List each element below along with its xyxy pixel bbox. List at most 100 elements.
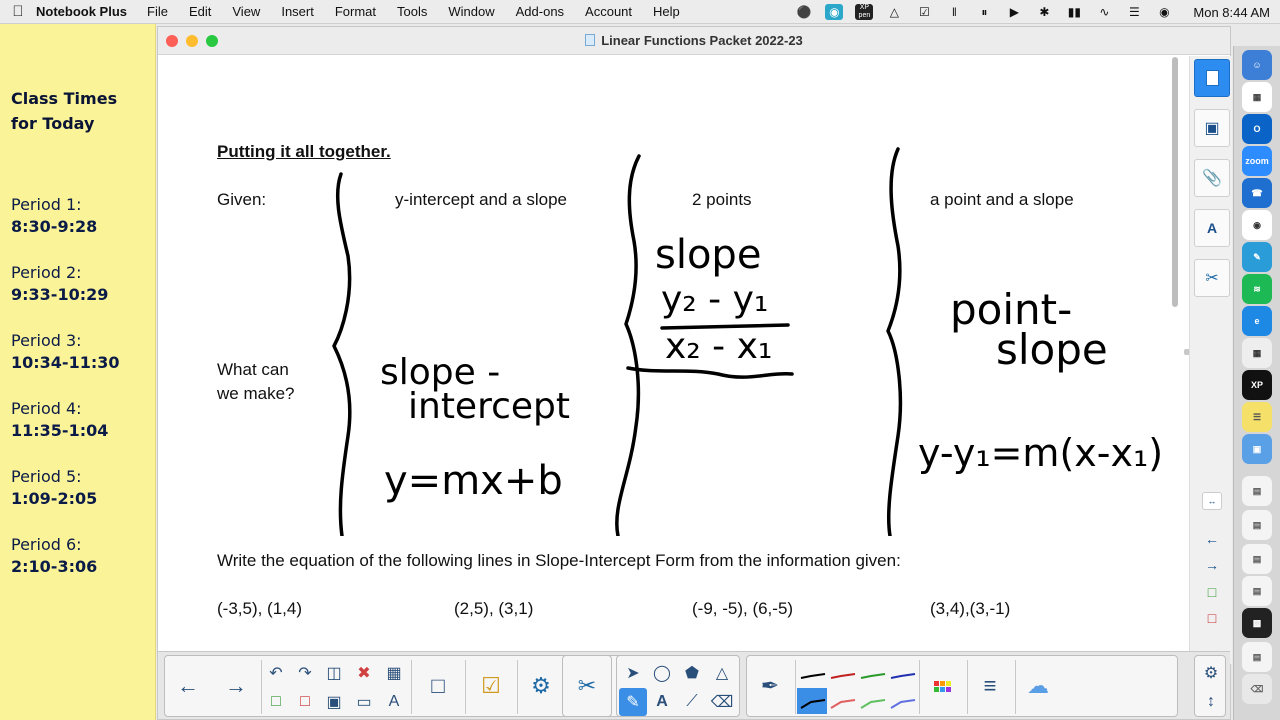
eraser-shape-button[interactable]: ⬟ xyxy=(678,659,706,687)
menu-view[interactable]: View xyxy=(232,4,260,19)
delete-page-icon[interactable]: □ xyxy=(1202,609,1222,627)
outlook-app-icon[interactable]: O xyxy=(1242,114,1272,144)
add-ons-tab[interactable]: ✂ xyxy=(1194,259,1230,297)
open-file-button[interactable]: ◫ xyxy=(320,659,348,687)
wifi-icon[interactable]: ∿ xyxy=(1095,4,1113,20)
drive-icon[interactable]: △ xyxy=(885,4,903,20)
eraser-tool-button[interactable]: ⌫ xyxy=(708,688,736,716)
vertical-scrollbar[interactable] xyxy=(1171,57,1179,307)
delete-button[interactable]: ✖ xyxy=(350,659,378,687)
table-button[interactable]: ▦ xyxy=(380,659,408,687)
color-palette-button[interactable] xyxy=(921,658,963,714)
menu-help[interactable]: Help xyxy=(653,4,680,19)
ink-slope-label: slope xyxy=(655,232,761,278)
screen-share-icon[interactable]: ◉ xyxy=(825,4,844,20)
display-button[interactable]: □ xyxy=(417,658,459,714)
pen-type-button[interactable]: ✒ xyxy=(749,658,791,714)
apple-menu-icon[interactable]:  xyxy=(0,3,36,20)
next-page-button[interactable]: → xyxy=(215,658,257,714)
terminal-thumbnail[interactable]: ▩ xyxy=(1242,608,1272,638)
document-thumbnail-5[interactable]: ▤ xyxy=(1242,642,1272,672)
settings-gear-icon[interactable]: ⚙ xyxy=(1197,659,1225,687)
zoom-app-icon[interactable]: zoom xyxy=(1242,146,1272,176)
class-times-sticky-note[interactable]: Class Times for Today Period 1: 8:30-9:28… xyxy=(0,24,156,720)
menu-insert[interactable]: Insert xyxy=(281,4,314,19)
document-thumbnail-3[interactable]: ▤ xyxy=(1242,544,1272,574)
page-canvas[interactable]: Putting it all together. Given: y-interc… xyxy=(158,56,1168,664)
app-menu[interactable]: Notebook Plus xyxy=(36,4,127,19)
ink-slope-numerator: y₂ - y₁ xyxy=(661,279,768,320)
next-page-arrow-icon[interactable]: → xyxy=(1202,556,1222,574)
properties-tab[interactable]: A xyxy=(1194,209,1230,247)
gallery-tab[interactable]: ▣ xyxy=(1194,109,1230,147)
launchpad-app-icon[interactable]: ▦ xyxy=(1242,82,1272,112)
pause-icon[interactable]: ⏸ xyxy=(975,4,993,20)
add-ons-button[interactable]: ⚙ xyxy=(520,658,562,714)
status-area: ⚫ ◉ XP pen △ ☑ ‖ ⏸ ▶ ✱ ▮▮ ∿ ☰ ◉ Mon 8:44 … xyxy=(789,0,1280,24)
delete-page-button[interactable]: □ xyxy=(291,688,319,716)
battery-icon[interactable]: ▮▮ xyxy=(1065,4,1083,20)
notebook-window: Linear Functions Packet 2022-23 Putting … xyxy=(157,26,1232,720)
menu-format[interactable]: Format xyxy=(335,4,376,19)
trash-icon[interactable]: ⌫ xyxy=(1242,674,1272,704)
pen-tool-button[interactable]: ✎ xyxy=(619,688,647,716)
text-tools-button[interactable]: A xyxy=(380,688,408,716)
calculator-app-icon[interactable]: ▦ xyxy=(1242,338,1272,368)
webex-app-icon[interactable]: ☎ xyxy=(1242,178,1272,208)
notes-edit-app-icon[interactable]: ✎ xyxy=(1242,242,1272,272)
response-button[interactable]: ☑ xyxy=(470,658,512,714)
document-thumbnail-2[interactable]: ▤ xyxy=(1242,510,1272,540)
previous-page-button[interactable]: ← xyxy=(167,658,209,714)
undo-button[interactable]: ↶ xyxy=(262,659,290,687)
document-thumbnail-1[interactable]: ▤ xyxy=(1242,476,1272,506)
xp-pen-icon[interactable]: XP pen xyxy=(855,4,874,20)
pen-color-swatches[interactable] xyxy=(797,658,917,716)
redo-button[interactable]: ↷ xyxy=(291,659,319,687)
document-thumbnail-4[interactable]: ▤ xyxy=(1242,576,1272,606)
stickies-app-icon[interactable]: ☰ xyxy=(1242,402,1272,432)
fill-tool-button[interactable]: △ xyxy=(708,659,736,687)
menu-edit[interactable]: Edit xyxy=(189,4,211,19)
menu-file[interactable]: File xyxy=(147,4,168,19)
puzzle-tool-button[interactable]: ✂ xyxy=(566,658,608,714)
menu-add-ons[interactable]: Add-ons xyxy=(516,4,564,19)
play-icon[interactable]: ▶ xyxy=(1005,4,1023,20)
save-button[interactable]: ▣ xyxy=(320,688,348,716)
previous-page-arrow-icon[interactable]: ← xyxy=(1202,530,1222,548)
spotify-app-icon[interactable]: ≋ xyxy=(1242,274,1272,304)
menu-clock[interactable]: Mon 8:44 AM xyxy=(1193,5,1270,20)
siri-icon[interactable]: ◉ xyxy=(1155,4,1173,20)
menu-window[interactable]: Window xyxy=(448,4,494,19)
bluetooth-icon[interactable]: ✱ xyxy=(1035,4,1053,20)
side-panel-resize-icon[interactable]: ↔ xyxy=(1202,492,1222,510)
menu-account[interactable]: Account xyxy=(585,4,632,19)
page-sorter-tab[interactable] xyxy=(1194,59,1230,97)
shapes-tool-button[interactable]: ◯ xyxy=(648,659,676,687)
audio-levels-icon[interactable]: ‖ xyxy=(945,4,963,20)
menu-tools[interactable]: Tools xyxy=(397,4,427,19)
xp-pen-app-icon[interactable]: XP xyxy=(1242,370,1272,400)
select-tool-button[interactable]: ➤ xyxy=(619,659,647,687)
wavy-underline xyxy=(626,366,794,379)
attachments-tab[interactable]: 📎 xyxy=(1194,159,1230,197)
checkbox-icon[interactable]: ☑ xyxy=(915,4,933,20)
screen-shade-button[interactable]: ▭ xyxy=(350,688,378,716)
line-tool-button[interactable]: ⟋ xyxy=(678,688,706,716)
palette-icon xyxy=(933,680,951,692)
screenshot-app-icon[interactable]: ◉ xyxy=(1242,210,1272,240)
move-toolbar-icon[interactable]: ↕ xyxy=(1197,688,1225,716)
record-icon[interactable]: ⚫ xyxy=(795,4,813,20)
toolbar-settings-group: ⚙ ↕ xyxy=(1194,655,1226,717)
add-page-icon[interactable]: □ xyxy=(1202,583,1222,601)
menu-bar:  Notebook Plus File Edit View Insert Fo… xyxy=(0,0,1280,24)
scrollbar-thumb[interactable] xyxy=(1172,57,1178,307)
finder-app-icon[interactable]: ☺ xyxy=(1242,50,1272,80)
control-center-icon[interactable]: ☰ xyxy=(1125,4,1143,20)
text-tool-button[interactable]: A xyxy=(648,688,676,716)
edge-app-icon[interactable]: e xyxy=(1242,306,1272,336)
preview-app-icon[interactable]: ▣ xyxy=(1242,434,1272,464)
ink-slope-intercept-2: intercept xyxy=(408,386,570,427)
cloud-button[interactable]: ☁ xyxy=(1017,658,1059,714)
line-width-button[interactable]: ≡ xyxy=(969,658,1011,714)
add-page-button[interactable]: □ xyxy=(262,688,290,716)
